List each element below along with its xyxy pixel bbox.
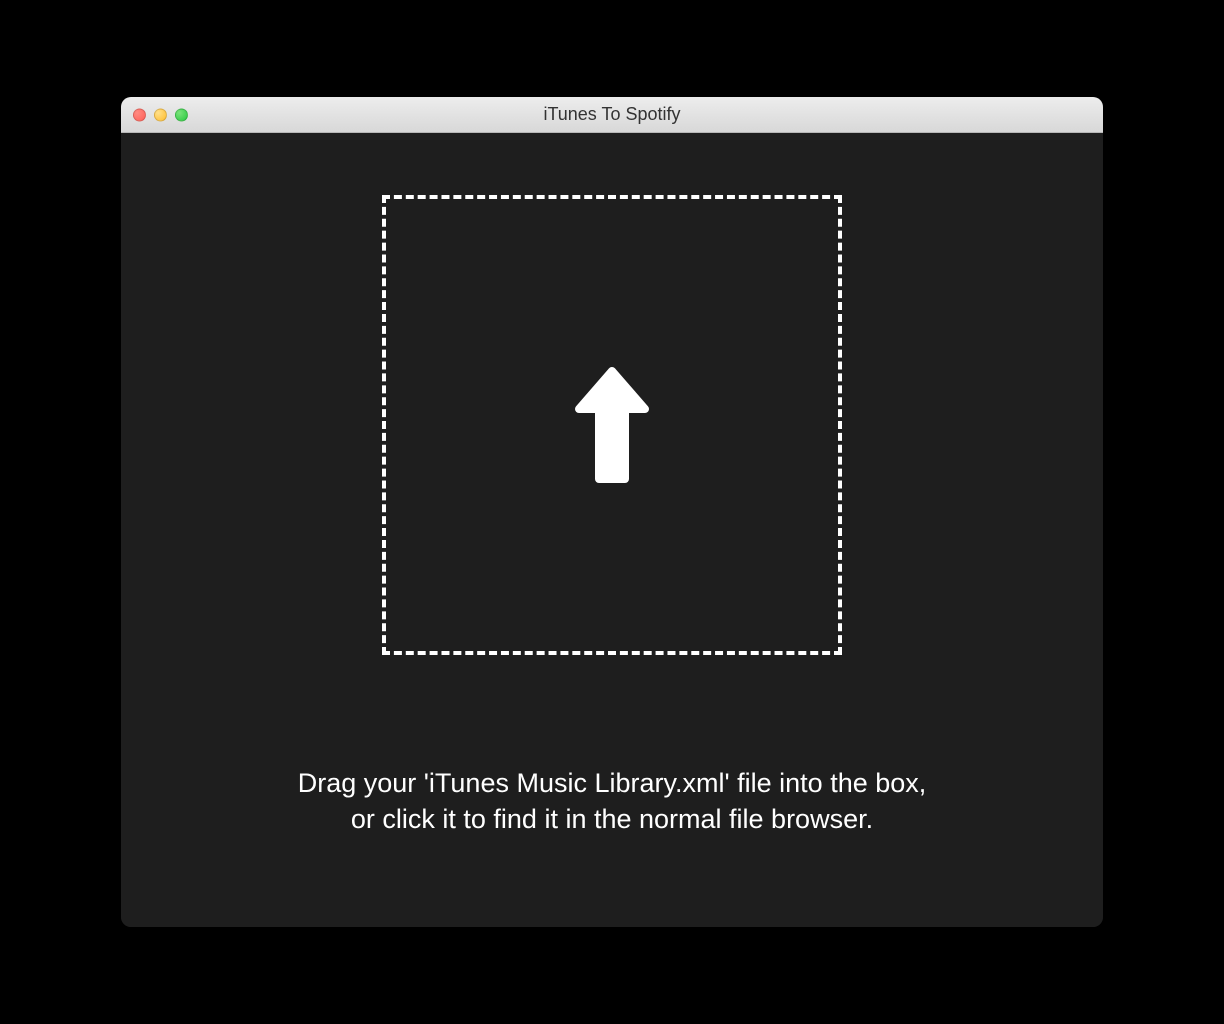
traffic-lights [133,108,188,121]
upload-arrow-icon [575,365,649,485]
file-dropzone[interactable] [382,195,842,655]
titlebar: iTunes To Spotify [121,97,1103,133]
instruction-line-1: Drag your 'iTunes Music Library.xml' fil… [298,765,927,801]
window-title: iTunes To Spotify [543,104,680,125]
instructions-text: Drag your 'iTunes Music Library.xml' fil… [298,765,927,838]
close-button[interactable] [133,108,146,121]
minimize-button[interactable] [154,108,167,121]
app-window: iTunes To Spotify Drag your 'iTunes Musi… [121,97,1103,927]
maximize-button[interactable] [175,108,188,121]
instruction-line-2: or click it to find it in the normal fil… [298,801,927,837]
content-area: Drag your 'iTunes Music Library.xml' fil… [121,133,1103,927]
